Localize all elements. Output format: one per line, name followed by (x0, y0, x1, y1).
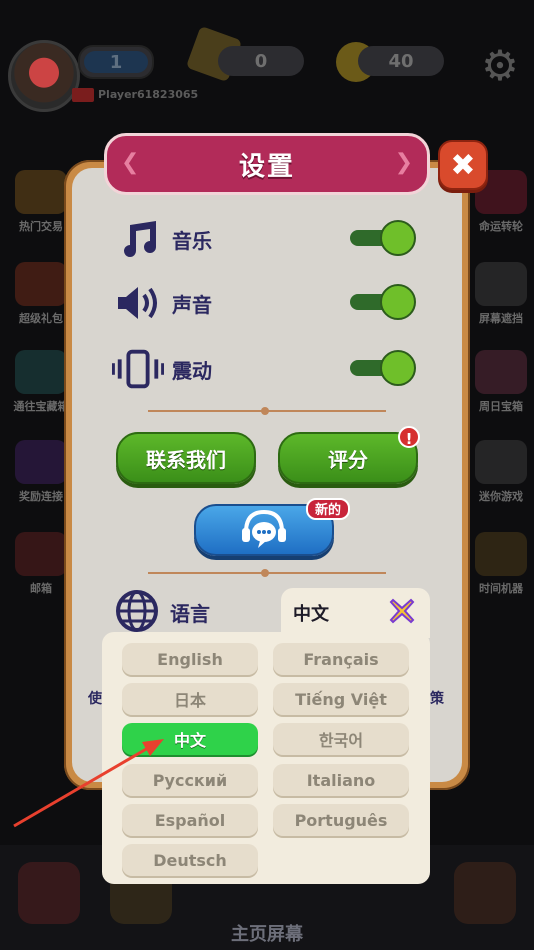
gear-icon[interactable]: ⚙ (478, 44, 522, 88)
treasure-icon (15, 350, 67, 394)
new-badge: 新的 (306, 498, 350, 520)
side-item-time-machine[interactable]: 时间机器 (466, 532, 534, 596)
language-option-vietnamese[interactable]: Tiếng Việt (273, 683, 409, 715)
avatar[interactable] (8, 40, 80, 112)
contact-us-button[interactable]: 联系我们 (116, 432, 256, 484)
rate-button[interactable]: 评分 (278, 432, 418, 484)
side-label: 屏幕遮挡 (479, 312, 523, 325)
speaker-icon (112, 278, 164, 328)
chest-icon (475, 350, 527, 394)
music-note-icon (112, 214, 164, 264)
divider (148, 569, 386, 577)
list-icon[interactable] (454, 862, 516, 924)
home-screen-label[interactable]: 主页屏幕 (0, 920, 534, 946)
music-label: 音乐 (172, 228, 212, 253)
vibration-icon (112, 344, 164, 394)
reward-icon (15, 440, 67, 484)
current-language: 中文 (293, 604, 329, 625)
close-button[interactable]: ✖ (438, 140, 488, 190)
side-label: 命运转轮 (479, 220, 523, 233)
settings-title: 设置 (238, 151, 295, 182)
settings-title-bar: 设置 (104, 133, 430, 195)
language-option-italian[interactable]: Italiano (273, 764, 409, 796)
level-value: 1 (84, 51, 148, 73)
language-option-chinese[interactable]: 中文 (122, 723, 258, 755)
side-label: 周日宝箱 (479, 400, 523, 413)
language-option-korean[interactable]: 한국어 (273, 723, 409, 755)
coins-counter[interactable]: 40 (358, 46, 444, 76)
rate-alert-badge: ! (398, 426, 420, 448)
hot-deals-icon (15, 170, 67, 214)
level-pill: 1 (78, 45, 154, 79)
vibration-toggle[interactable] (350, 350, 416, 386)
language-option-portuguese[interactable]: Português (273, 804, 409, 836)
side-item-sunday-chest[interactable]: 周日宝箱 (466, 350, 534, 414)
side-label: 邮箱 (30, 582, 52, 595)
headset-chat-icon (242, 509, 286, 548)
language-option-spanish[interactable]: Español (122, 804, 258, 836)
side-label: 奖励连接 (19, 490, 63, 503)
policy-link-fragment[interactable]: 策 (430, 688, 444, 708)
side-item-mini-game[interactable]: 迷你游戏 (466, 440, 534, 504)
mail-icon (15, 532, 67, 576)
flag-icon (72, 88, 94, 102)
vibration-label: 震动 (172, 358, 212, 383)
gamepad-icon (475, 440, 527, 484)
close-icon: ✖ (450, 147, 476, 183)
side-label: 时间机器 (479, 582, 523, 595)
language-option-english[interactable]: English (122, 643, 258, 675)
sound-toggle[interactable] (350, 284, 416, 320)
language-option-japanese[interactable]: 日本 (122, 683, 258, 715)
gems-counter[interactable]: 0 (218, 46, 304, 76)
side-label: 迷你游戏 (479, 490, 523, 503)
language-option-french[interactable]: Français (273, 643, 409, 675)
gift-icon (15, 262, 67, 306)
terms-link-fragment[interactable]: 使 (88, 688, 102, 708)
player-name: Player61823065 (98, 88, 199, 101)
side-label: 热门交易 (19, 220, 63, 233)
close-icon[interactable] (389, 598, 415, 624)
side-item-blocker[interactable]: 屏幕遮挡 (466, 262, 534, 326)
divider (148, 407, 386, 415)
music-toggle[interactable] (350, 220, 416, 256)
language-dropdown-header[interactable]: 中文 (281, 588, 430, 638)
hourglass-icon (475, 532, 527, 576)
side-label: 超级礼包 (19, 312, 63, 325)
screen-icon (475, 262, 527, 306)
language-label: 语言 (170, 602, 210, 626)
sound-label: 声音 (172, 292, 212, 317)
language-option-german[interactable]: Deutsch (122, 844, 258, 876)
side-label: 通往宝藏箱 (13, 400, 69, 413)
language-option-russian[interactable]: Русский (122, 764, 258, 796)
globe-icon (116, 590, 158, 632)
shop-basket-icon[interactable] (18, 862, 80, 924)
